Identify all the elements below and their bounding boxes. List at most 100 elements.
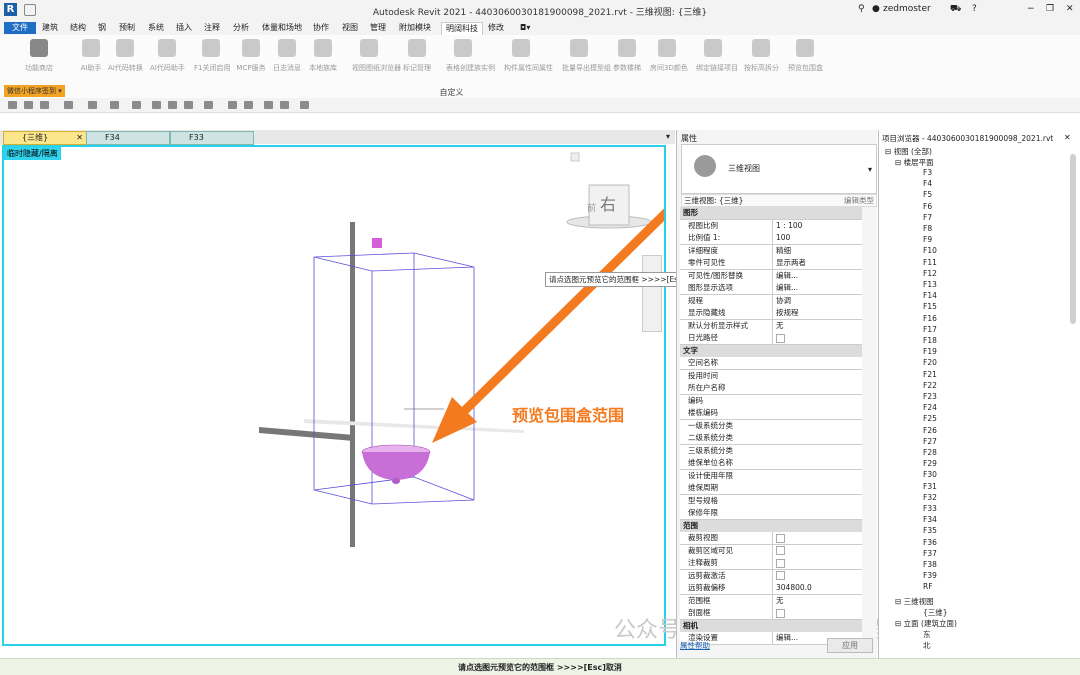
property-checkbox[interactable]: [772, 557, 864, 569]
tree-level-item[interactable]: F17: [923, 325, 937, 334]
export-group-button[interactable]: 批量导出模型组: [562, 39, 611, 81]
tag-icon[interactable]: [168, 101, 177, 109]
ai-code-button[interactable]: AI代码助手: [150, 39, 185, 81]
tree-level-item[interactable]: F5: [923, 190, 932, 199]
tab-view[interactable]: 视图: [338, 22, 362, 34]
tree-level-item[interactable]: F12: [923, 269, 937, 278]
property-value[interactable]: 无: [772, 594, 864, 607]
stair-button[interactable]: 参数楼梯: [610, 39, 644, 81]
minimize-icon[interactable]: −: [1027, 4, 1035, 14]
3d-view-icon[interactable]: [204, 101, 213, 109]
properties-help-link[interactable]: 属性帮助: [680, 640, 710, 651]
tree-level-item[interactable]: F27: [923, 437, 937, 446]
tree-level-item[interactable]: F10: [923, 246, 937, 255]
tab-steel[interactable]: 钢: [94, 22, 110, 34]
ai-convert-button[interactable]: AI代码转换: [108, 39, 143, 81]
property-section-header[interactable]: 范围: [680, 519, 862, 533]
checkbox[interactable]: [776, 333, 785, 343]
tree-level-item[interactable]: RF: [923, 582, 933, 591]
property-value[interactable]: 精细: [772, 244, 864, 257]
property-value[interactable]: 无: [772, 319, 864, 332]
checkbox[interactable]: [776, 558, 785, 568]
sync-icon[interactable]: [40, 101, 49, 109]
tree-elev-east[interactable]: 东: [923, 629, 931, 640]
tree-level-item[interactable]: F25: [923, 414, 937, 423]
log-button[interactable]: 日志消息: [270, 39, 304, 81]
tree-level-item[interactable]: F16: [923, 314, 937, 323]
open-file-icon[interactable]: [8, 101, 17, 109]
checkbox[interactable]: [776, 608, 785, 618]
tree-level-item[interactable]: F8: [923, 224, 932, 233]
property-section-header[interactable]: 图形: [680, 207, 862, 220]
tree-views-root[interactable]: ⊟ 视图 (全部): [885, 146, 932, 157]
checkbox[interactable]: [776, 546, 785, 555]
tree-level-item[interactable]: F38: [923, 560, 937, 569]
same-props-button[interactable]: 构件属性同属性: [504, 39, 553, 81]
tab-massing[interactable]: 体量和场地: [258, 22, 306, 34]
f1-toggle-button[interactable]: F1关闭启用: [194, 39, 230, 81]
navigation-bar[interactable]: [642, 255, 662, 332]
tab-modify[interactable]: 修改: [484, 22, 508, 34]
tree-level-item[interactable]: F34: [923, 515, 937, 524]
scrollbar[interactable]: [1070, 154, 1076, 324]
preview-bbox-button[interactable]: 预览包围盒: [788, 39, 823, 81]
tab-analyze[interactable]: 分析: [229, 22, 253, 34]
tree-level-item[interactable]: F26: [923, 426, 937, 435]
close-icon[interactable]: ✕: [1066, 4, 1074, 14]
type-selector[interactable]: 三维视图 ▾: [681, 144, 877, 194]
tag-manage-button[interactable]: 标记管理: [400, 39, 434, 81]
tree-floorplans[interactable]: ⊟ 楼层平面: [895, 157, 934, 168]
property-checkbox[interactable]: [772, 332, 864, 344]
ai-assistant-button[interactable]: AI助手: [74, 39, 108, 81]
user-name[interactable]: zedmoster: [883, 4, 931, 14]
tree-level-item[interactable]: F30: [923, 470, 937, 479]
tree-level-item[interactable]: F24: [923, 403, 937, 412]
tree-level-item[interactable]: F6: [923, 202, 932, 211]
checkbox[interactable]: [776, 571, 785, 580]
close-icon[interactable]: ✕: [76, 132, 83, 144]
property-checkbox[interactable]: [772, 607, 864, 619]
measure-icon[interactable]: [132, 101, 141, 109]
tree-3d-views[interactable]: ⊟ 三维视图: [895, 596, 934, 607]
tree-level-item[interactable]: F14: [923, 291, 937, 300]
switch-windows-icon[interactable]: [280, 101, 289, 109]
property-value[interactable]: 协调: [772, 294, 864, 307]
tree-level-item[interactable]: F37: [923, 549, 937, 558]
mcp-button[interactable]: MCP服务: [234, 39, 268, 81]
checkbox[interactable]: [776, 533, 785, 543]
tree-level-item[interactable]: F11: [923, 258, 937, 267]
tree-level-item[interactable]: F31: [923, 482, 937, 491]
tree-level-item[interactable]: F35: [923, 526, 937, 535]
family-library-button[interactable]: 本地族库: [306, 39, 340, 81]
tree-level-item[interactable]: F39: [923, 571, 937, 580]
viewcube-right-face[interactable]: 右: [600, 195, 616, 214]
tab-precast[interactable]: 预制: [115, 22, 139, 34]
tab-collaborate[interactable]: 协作: [309, 22, 333, 34]
tree-level-item[interactable]: F32: [923, 493, 937, 502]
tree-level-item[interactable]: F13: [923, 280, 937, 289]
property-checkbox[interactable]: [772, 569, 864, 582]
print-icon[interactable]: [110, 101, 119, 109]
tree-level-item[interactable]: F36: [923, 538, 937, 547]
table-family-button[interactable]: 表格创建族实例: [446, 39, 495, 81]
property-value[interactable]: 1 : 100: [772, 219, 864, 232]
view-tab-f33[interactable]: F33: [170, 131, 254, 145]
property-value[interactable]: 编辑...: [772, 269, 864, 282]
chevron-down-icon[interactable]: ▾: [666, 132, 670, 141]
property-value[interactable]: 304800.0: [772, 582, 864, 594]
tree-level-item[interactable]: F9: [923, 235, 932, 244]
view-tab-f34[interactable]: F34: [86, 131, 170, 145]
tree-level-item[interactable]: F22: [923, 381, 937, 390]
dimension-icon[interactable]: [152, 101, 161, 109]
tree-elev-north[interactable]: 北: [923, 640, 931, 651]
property-value[interactable]: 编辑...: [772, 282, 864, 294]
selected-element[interactable]: [372, 238, 382, 248]
tree-level-item[interactable]: F15: [923, 302, 937, 311]
apply-button[interactable]: 应用: [827, 638, 873, 653]
tab-file[interactable]: 文件: [4, 22, 36, 34]
tab-manage[interactable]: 管理: [366, 22, 390, 34]
close-icon[interactable]: ✕: [1064, 133, 1071, 142]
property-checkbox[interactable]: [772, 544, 864, 557]
tree-level-item[interactable]: F21: [923, 370, 937, 379]
customize-qat-icon[interactable]: [300, 101, 309, 109]
